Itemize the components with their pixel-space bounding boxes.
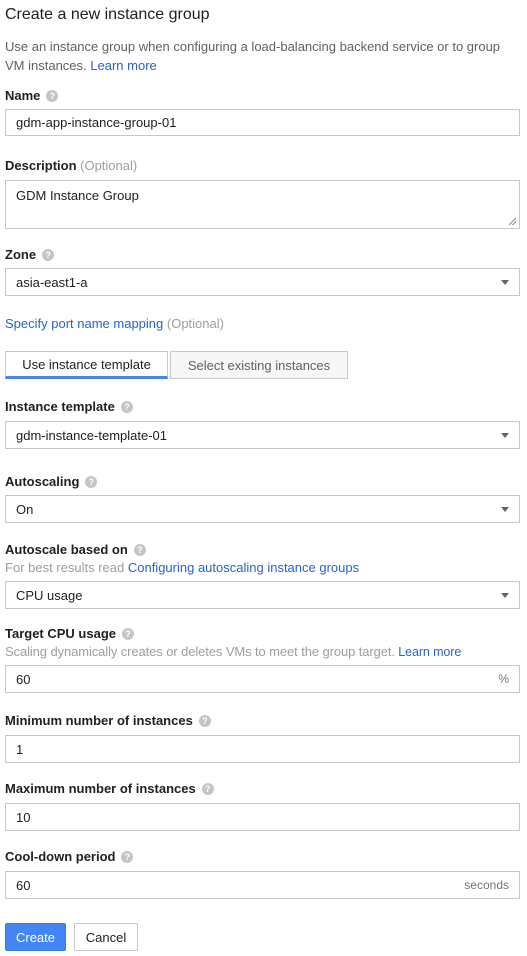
intro-description: Use an instance group when configuring a… [5,39,501,73]
target-cpu-label-row: Target CPU usage? [5,626,135,641]
autoscale-based-on-label: Autoscale based on [5,542,128,557]
port-mapping-optional: (Optional) [166,316,224,331]
help-icon[interactable]: ? [201,783,214,795]
help-icon[interactable]: ? [122,628,135,640]
resize-handle-icon[interactable] [509,218,516,225]
port-mapping-row: Specify port name mapping (Optional) [5,316,224,331]
zone-value: asia-east1-a [16,274,88,290]
cooldown-label: Cool-down period [5,849,116,864]
help-icon[interactable]: ? [120,401,133,413]
cooldown-label-row: Cool-down period? [5,849,134,864]
min-instances-label-row: Minimum number of instances? [5,713,211,728]
name-value: gdm-app-instance-group-01 [16,115,177,130]
chevron-down-icon [501,279,509,285]
autoscaling-value: On [16,501,34,517]
description-label-row: Description (Optional) [5,158,137,173]
max-instances-label: Maximum number of instances [5,781,196,796]
name-label-row: Name? [5,88,59,103]
target-cpu-hint: Scaling dynamically creates or deletes V… [5,644,461,659]
min-instances-input[interactable]: 1 [5,735,520,763]
autoscale-hint: For best results read Configuring autosc… [5,560,359,575]
max-instances-label-row: Maximum number of instances? [5,781,214,796]
autoscale-based-on-label-row: Autoscale based on? [5,542,146,557]
help-icon[interactable]: ? [198,715,211,727]
description-value: GDM Instance Group [16,188,139,203]
name-label: Name [5,88,41,103]
autoscaling-select[interactable]: On [5,495,520,523]
cooldown-input[interactable]: 60 seconds [5,871,520,899]
create-button[interactable]: Create [5,923,66,951]
min-instances-label: Minimum number of instances [5,713,193,728]
max-instances-input[interactable]: 10 [5,803,520,831]
configuring-autoscaling-link[interactable]: Configuring autoscaling instance groups [128,560,359,575]
chevron-down-icon [501,592,509,598]
target-cpu-learn-more-link[interactable]: Learn more [398,645,461,659]
target-cpu-suffix: % [498,672,509,686]
cancel-button[interactable]: Cancel [74,923,138,951]
zone-label-row: Zone? [5,247,55,262]
description-label: Description [5,158,77,173]
help-icon[interactable]: ? [133,544,146,556]
target-cpu-input[interactable]: 60 % [5,665,520,693]
zone-label: Zone [5,247,37,262]
instance-template-select[interactable]: gdm-instance-template-01 [5,421,520,449]
instance-template-label-row: Instance template? [5,399,133,414]
autoscaling-label-row: Autoscaling? [5,474,98,489]
chevron-down-icon [501,506,509,512]
min-instances-value: 1 [16,741,24,757]
description-container: GDM Instance Group [5,180,520,229]
cooldown-suffix: seconds [464,878,509,892]
instance-template-label: Instance template [5,399,115,414]
help-icon[interactable]: ? [121,851,134,863]
learn-more-link[interactable]: Learn more [90,58,156,73]
zone-select[interactable]: asia-east1-a [5,268,520,296]
cooldown-value: 60 [16,877,31,893]
autoscale-hint-text: For best results read [5,560,125,575]
target-cpu-hint-text: Scaling dynamically creates or deletes V… [5,644,395,659]
page-title: Create a new instance group [5,6,210,23]
autoscale-based-on-value: CPU usage [16,587,83,603]
help-icon[interactable]: ? [85,476,98,488]
autoscale-based-on-select[interactable]: CPU usage [5,581,520,609]
help-icon[interactable]: ? [42,249,55,261]
target-cpu-label: Target CPU usage [5,626,117,641]
name-input[interactable]: gdm-app-instance-group-01 [5,109,520,136]
description-optional: (Optional) [80,158,138,173]
description-textarea[interactable]: GDM Instance Group [5,180,520,229]
max-instances-value: 10 [16,809,31,825]
tab-use-instance-template[interactable]: Use instance template [5,351,168,379]
autoscaling-label: Autoscaling [5,474,80,489]
help-icon[interactable]: ? [46,90,59,102]
instance-template-value: gdm-instance-template-01 [16,427,168,443]
target-cpu-value: 60 [16,671,31,687]
port-mapping-link[interactable]: Specify port name mapping [5,316,163,331]
chevron-down-icon [501,432,509,438]
intro-text: Use an instance group when configuring a… [5,37,520,75]
tab-select-existing-instances[interactable]: Select existing instances [170,351,348,379]
